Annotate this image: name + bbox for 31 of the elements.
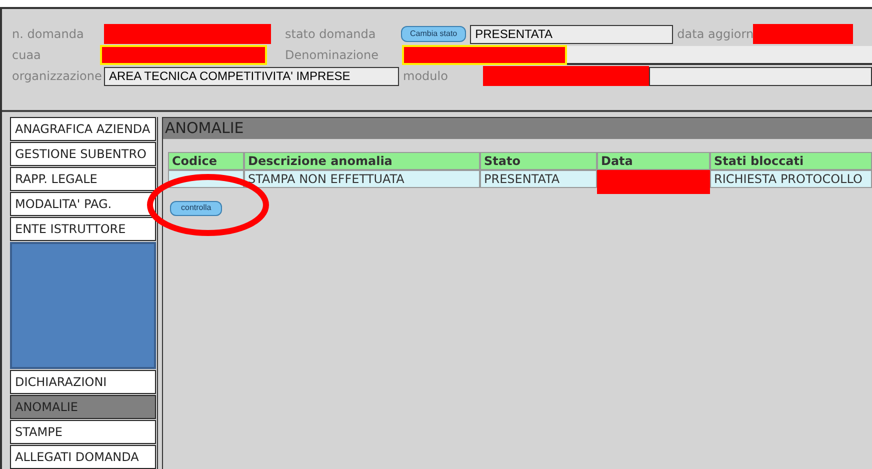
sidebar-item[interactable]: MODALITA' PAG. <box>10 192 156 216</box>
column-header: Codice <box>168 152 244 170</box>
sidebar-item[interactable]: ANAGRAFICA AZIENDA <box>10 117 156 141</box>
sidebar-item[interactable]: DICHIARAZIONI <box>10 370 156 394</box>
panel-title: ANOMALIE <box>163 117 872 139</box>
sidebar-item[interactable]: GESTIONE SUBENTRO <box>10 142 156 166</box>
change-state-button[interactable]: Cambia stato <box>401 26 466 42</box>
field-label: modulo <box>403 68 449 85</box>
text-field[interactable]: PRESENTATA <box>470 24 674 44</box>
table-cell: STAMPA NON EFFETTUATA <box>244 170 480 188</box>
field-label: data aggiorn <box>677 26 754 43</box>
column-header: Data <box>597 152 710 170</box>
field-label: Denominazione <box>285 47 380 64</box>
column-header: Descrizione anomalia <box>244 152 480 170</box>
column-header: Stati bloccati <box>710 152 872 170</box>
text-field[interactable] <box>649 66 872 86</box>
column-header: Stato <box>480 152 597 170</box>
field-label: stato domanda <box>285 26 377 43</box>
text-field[interactable] <box>567 46 872 64</box>
text-field[interactable]: AREA TECNICA COMPETITIVITA' IMPRESE <box>104 66 399 86</box>
field-label: cuaa <box>12 47 42 64</box>
table-cell: PRESENTATA <box>480 170 597 188</box>
check-button[interactable]: controlla <box>170 200 222 216</box>
field-label: organizzazione <box>12 68 103 85</box>
sidebar-item[interactable]: ENTE ISTRUTTORE <box>10 217 156 241</box>
table-cell: RICHIESTA PROTOCOLLO <box>710 170 872 188</box>
sidebar-item[interactable]: ALLEGATI DOMANDA <box>10 445 156 469</box>
sidebar-item[interactable]: ANOMALIE <box>10 395 156 419</box>
sidebar-item[interactable]: RAPP. LEGALE <box>10 167 156 191</box>
sidebar-item[interactable]: STAMPE <box>10 420 156 444</box>
field-label: n. domanda <box>12 26 85 43</box>
